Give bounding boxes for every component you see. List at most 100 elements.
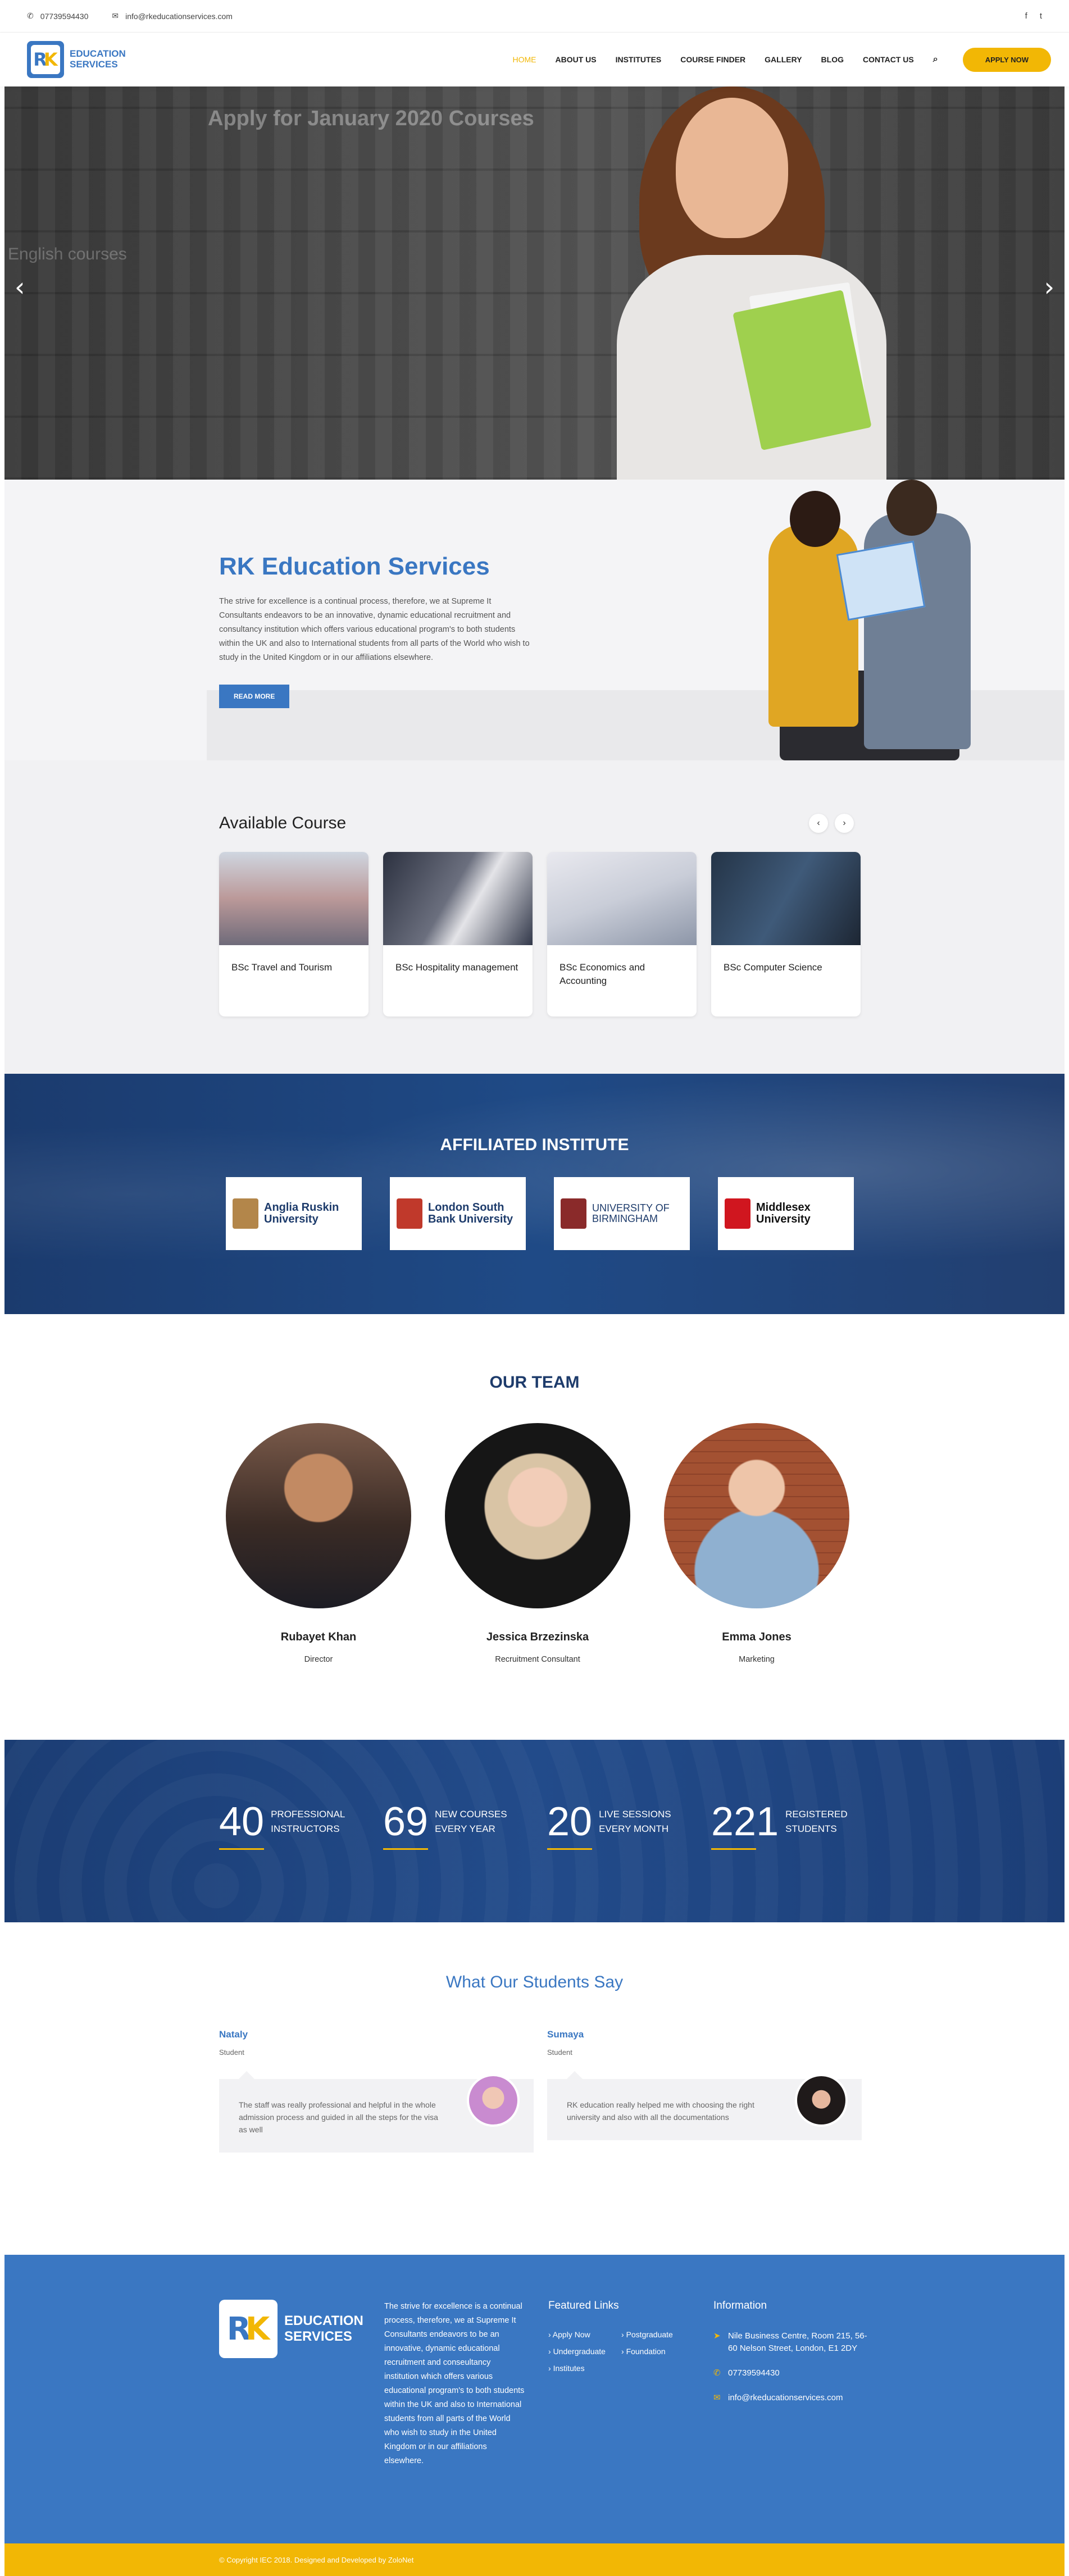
institute-name: Anglia Ruskin University xyxy=(264,1201,339,1225)
testimonial: Nataly Student The staff was really prof… xyxy=(219,2029,534,2153)
testimonial: Sumaya Student RK education really helpe… xyxy=(547,2029,862,2140)
featured-links: Featured Links Apply Now Postgraduate Un… xyxy=(548,2300,689,2373)
course-title: BSc Hospitality management xyxy=(395,962,518,973)
nav-contact[interactable]: CONTACT US xyxy=(863,55,914,64)
course-card[interactable]: BSc Hospitality management xyxy=(383,852,533,1016)
footer-link-institutes[interactable]: Institutes xyxy=(548,2364,621,2373)
stats-section: 40 PROFESSIONAL INSTRUCTORS 69 NEW COURSE… xyxy=(4,1740,1065,1922)
nav-gallery[interactable]: GALLERY xyxy=(765,55,802,64)
footer-email[interactable]: info@rkeducationservices.com xyxy=(728,2392,843,2404)
team-section: OUR TEAM Rubayet Khan Director Jessica B… xyxy=(0,1314,1069,1740)
site-logo[interactable]: RK EDUCATION SERVICES xyxy=(27,41,126,78)
phone-contact[interactable]: ✆ 07739594430 xyxy=(27,11,88,21)
nav-course-finder[interactable]: COURSE FINDER xyxy=(680,55,745,64)
footer-address: Nile Business Centre, Room 215, 56-60 Ne… xyxy=(728,2331,867,2353)
institute-logo-lsbu[interactable]: London South Bank University xyxy=(390,1177,526,1250)
institute-name: Middlesex University xyxy=(756,1201,811,1225)
course-title: BSc Travel and Tourism xyxy=(231,962,333,973)
top-bar: ✆ 07739594430 ✉ info@rkeducationservices… xyxy=(0,0,1069,33)
logo-text-line1: EDUCATION xyxy=(70,48,126,60)
stat-courses: 69 NEW COURSES EVERY YEAR xyxy=(383,1802,547,1850)
stat-number: 221 xyxy=(711,1802,779,1850)
avatar xyxy=(795,2074,848,2127)
institute-logo-anglia[interactable]: Anglia Ruskin University xyxy=(226,1177,362,1250)
member-role: Recruitment Consultant xyxy=(495,1655,580,1664)
courses-prev-icon[interactable]: ‹ xyxy=(809,814,828,833)
testimonials-section: What Our Students Say Nataly Student The… xyxy=(0,1922,1069,2255)
read-more-button[interactable]: READ MORE xyxy=(219,685,290,708)
nav-about[interactable]: ABOUT US xyxy=(555,55,596,64)
member-role: Director xyxy=(304,1655,333,1664)
apply-now-button[interactable]: APPLY NOW xyxy=(962,47,1051,72)
slider-prev-icon[interactable]: ‹ xyxy=(15,272,25,302)
footer-link-postgraduate[interactable]: Postgraduate xyxy=(621,2330,689,2339)
stat-label: PROFESSIONAL xyxy=(271,1809,345,1820)
phone-icon: ✆ xyxy=(713,2368,721,2378)
mail-icon: ✉ xyxy=(713,2393,721,2402)
footer-link-foundation[interactable]: Foundation xyxy=(621,2347,689,2356)
stat-number: 69 xyxy=(383,1802,429,1850)
stat-instructors: 40 PROFESSIONAL INSTRUCTORS xyxy=(219,1802,383,1850)
footer-link-apply[interactable]: Apply Now xyxy=(548,2330,621,2339)
copyright-bar: © Copyright IEC 2018. Designed and Devel… xyxy=(4,2543,1065,2576)
nav-institutes[interactable]: INSTITUTES xyxy=(616,55,662,64)
testimonial-role: Student xyxy=(219,2048,244,2057)
institute-logo-middlesex[interactable]: Middlesex University xyxy=(718,1177,854,1250)
crest-icon xyxy=(561,1198,586,1229)
email-contact[interactable]: ✉ info@rkeducationservices.com xyxy=(112,11,233,21)
stat-label: EVERY YEAR xyxy=(435,1823,495,1834)
students-image xyxy=(746,480,1038,760)
nav-home[interactable]: HOME xyxy=(512,55,536,64)
footer-link-undergraduate[interactable]: Undergraduate xyxy=(548,2347,621,2356)
team-member: Rubayet Khan Director xyxy=(226,1423,411,1664)
slider-next-icon[interactable]: › xyxy=(1044,272,1054,302)
location-icon: ➤ xyxy=(713,2331,721,2341)
institute-name: UNIVERSITY OF BIRMINGHAM xyxy=(592,1202,670,1224)
institute-name: London South Bank University xyxy=(428,1201,513,1225)
mail-icon: ✉ xyxy=(112,11,119,20)
testimonial-name: Sumaya xyxy=(547,2029,584,2040)
courses-next-icon[interactable]: › xyxy=(835,814,854,833)
stat-label: INSTRUCTORS xyxy=(271,1823,340,1834)
crest-icon xyxy=(725,1198,750,1229)
affiliated-section: AFFILIATED INSTITUTE Anglia Ruskin Unive… xyxy=(4,1074,1065,1314)
member-photo xyxy=(445,1423,630,1608)
testimonials-title: What Our Students Say xyxy=(445,1973,624,1991)
member-photo xyxy=(664,1423,849,1608)
course-card[interactable]: BSc Travel and Tourism xyxy=(219,852,369,1016)
member-name: Rubayet Khan xyxy=(280,1631,357,1643)
course-image xyxy=(711,852,861,945)
crest-icon xyxy=(233,1198,258,1229)
stat-label: STUDENTS xyxy=(785,1823,837,1834)
facebook-icon[interactable]: f xyxy=(1025,11,1027,21)
about-title: RK Education Services xyxy=(219,553,490,580)
phone-icon: ✆ xyxy=(27,11,34,20)
stat-label: EVERY MONTH xyxy=(599,1823,669,1834)
member-name: Emma Jones xyxy=(722,1631,791,1643)
stat-number: 40 xyxy=(219,1802,265,1850)
twitter-icon[interactable]: t xyxy=(1040,11,1042,21)
hero-slider: Apply for January 2020 Courses English c… xyxy=(4,86,1065,480)
course-card[interactable]: BSc Computer Science xyxy=(711,852,861,1016)
footer-logo[interactable]: RK EDUCATION SERVICES xyxy=(219,2300,363,2358)
search-icon[interactable]: ⌕ xyxy=(933,54,938,65)
nav-blog[interactable]: BLOG xyxy=(821,55,844,64)
institute-logo-birmingham[interactable]: UNIVERSITY OF BIRMINGHAM xyxy=(554,1177,690,1250)
site-footer: RK EDUCATION SERVICES The strive for exc… xyxy=(4,2255,1065,2543)
about-section: RK Education Services The strive for exc… xyxy=(4,480,1065,760)
footer-phone[interactable]: 07739594430 xyxy=(728,2367,780,2379)
course-card[interactable]: BSc Economics and Accounting xyxy=(547,852,697,1016)
team-member: Jessica Brzezinska Recruitment Consultan… xyxy=(445,1423,630,1664)
hero-student-image xyxy=(617,86,909,480)
courses-title: Available Course xyxy=(219,814,347,832)
stat-label: REGISTERED xyxy=(785,1809,848,1820)
crest-icon xyxy=(397,1198,422,1229)
stat-label: LIVE SESSIONS xyxy=(599,1809,671,1820)
stat-label: NEW COURSES xyxy=(435,1809,507,1820)
copyright-text: © Copyright IEC 2018. Designed and Devel… xyxy=(219,2555,414,2564)
footer-logo-line1: EDUCATION xyxy=(284,2313,363,2329)
stat-number: 20 xyxy=(547,1802,593,1850)
about-text: The strive for excellence is a continual… xyxy=(219,597,530,662)
site-header: RK EDUCATION SERVICES HOME ABOUT US INST… xyxy=(0,33,1069,86)
courses-section: Available Course ‹ › BSc Travel and Tour… xyxy=(4,760,1065,1074)
